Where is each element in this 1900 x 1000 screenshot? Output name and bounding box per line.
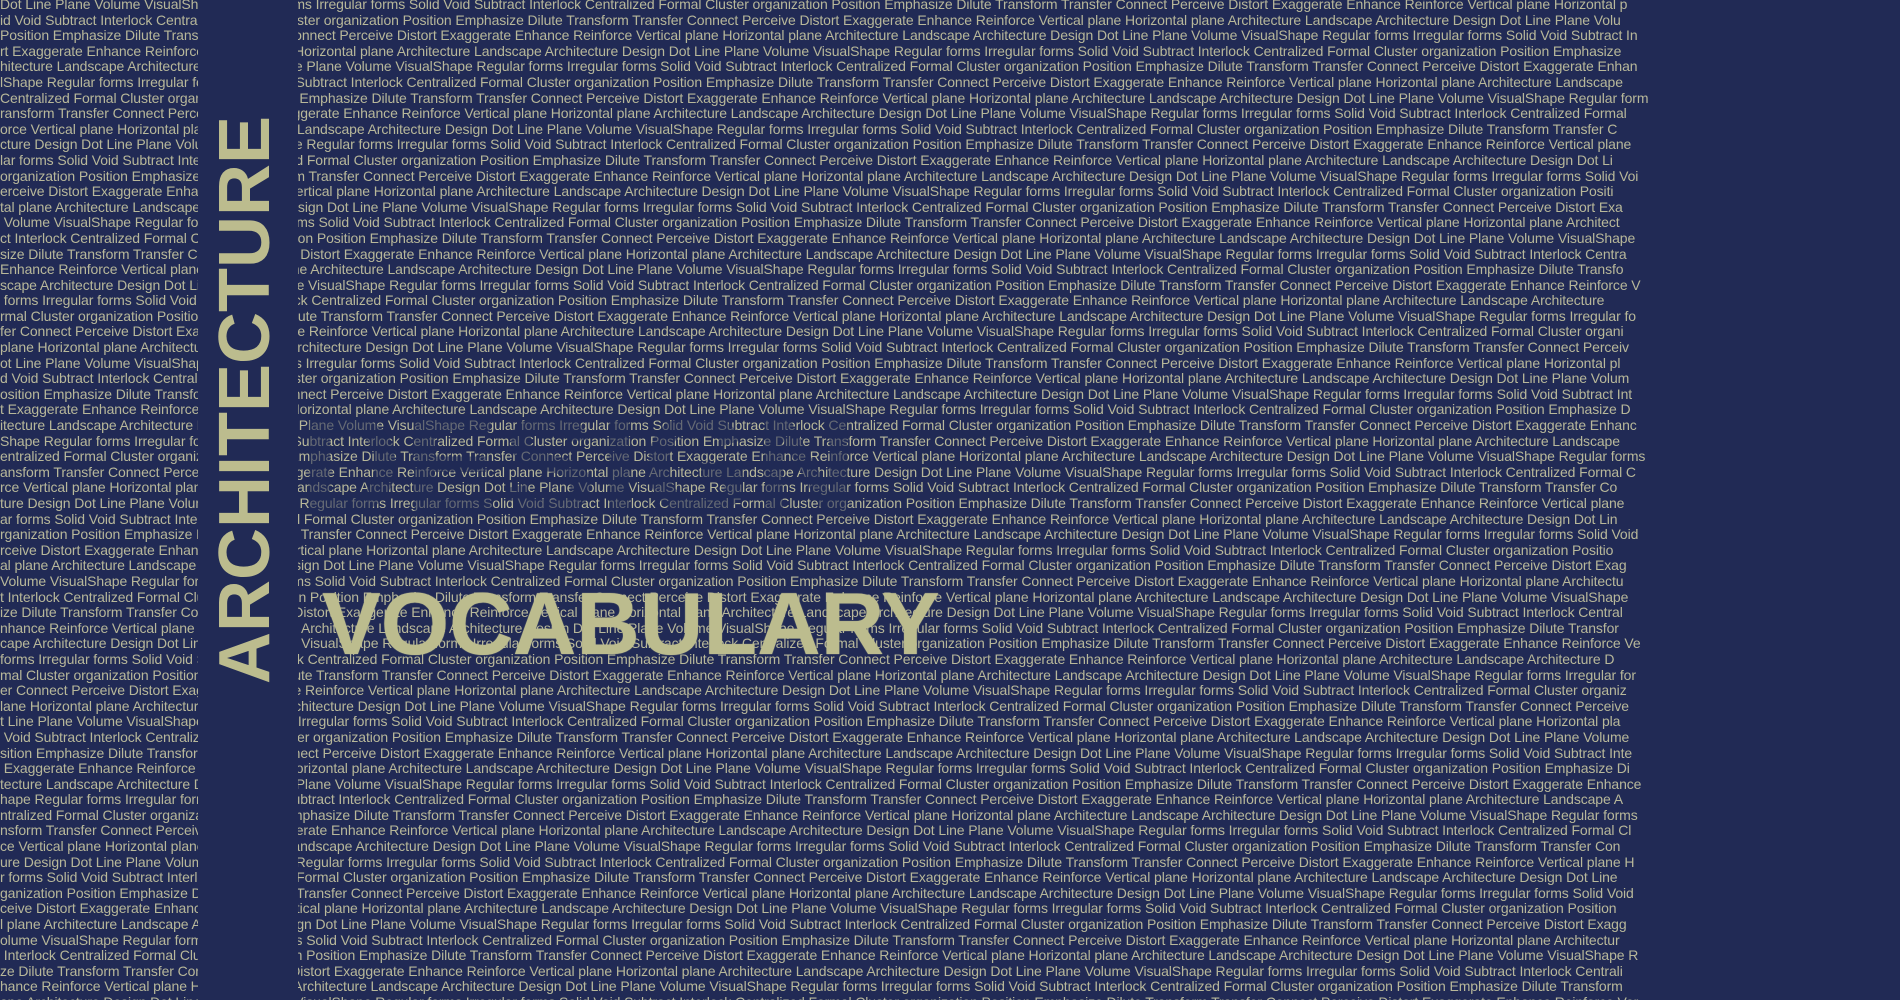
- horizontal-title: VOCABULARY: [322, 574, 940, 673]
- background-word: DESIGN: [300, 386, 861, 543]
- word-cloud-poster: Dot Line Plane Volume VisualShape Regula…: [0, 0, 1900, 1000]
- vertical-title: ARCHITECTURE: [205, 116, 285, 684]
